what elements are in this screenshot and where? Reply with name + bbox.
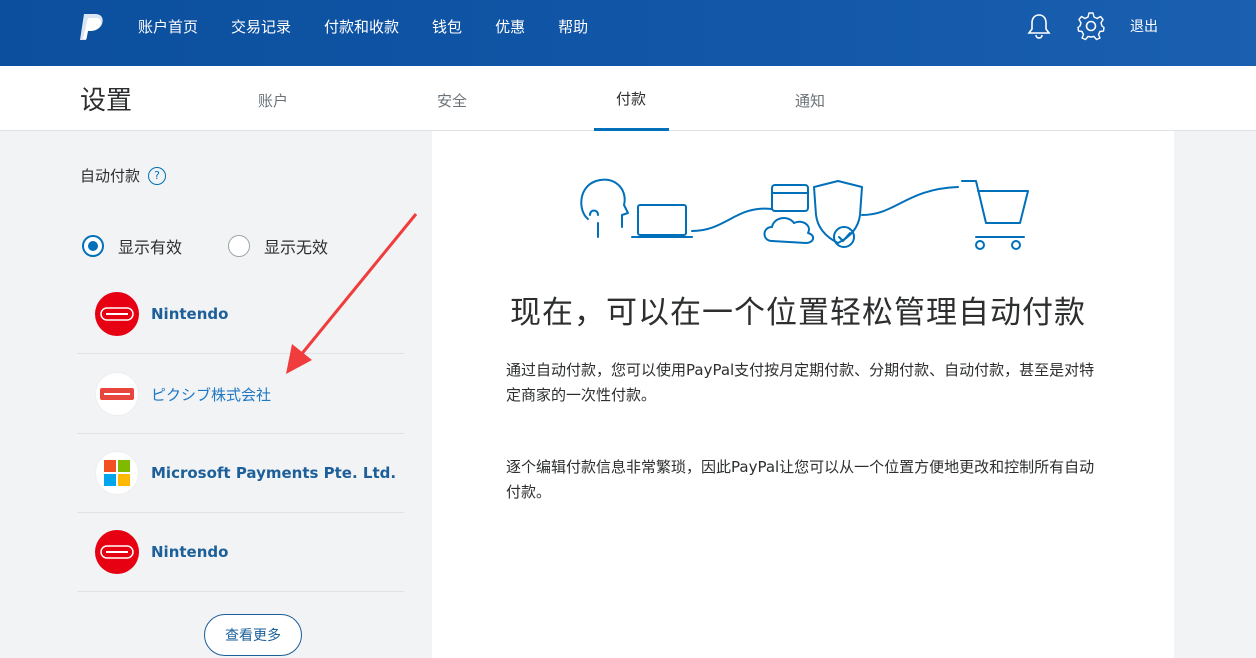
nintendo-logo <box>95 530 139 574</box>
settings-header: 设置 账户 安全 付款 通知 <box>0 66 1256 131</box>
merchant-item[interactable]: Nintendo <box>77 275 404 354</box>
payments-illustration <box>580 178 1029 250</box>
microsoft-logo <box>95 451 139 495</box>
filter-inactive-radio[interactable]: 显示无效 <box>228 234 328 258</box>
merchant-name: Microsoft Payments Pte. Ltd. <box>151 464 397 482</box>
filter-inactive-label: 显示无效 <box>264 238 329 257</box>
notifications-button[interactable] <box>1024 11 1054 41</box>
bell-icon <box>1027 14 1051 39</box>
merchant-item[interactable]: Microsoft Payments Pte. Ltd. <box>77 434 404 513</box>
page-title: 设置 <box>80 86 133 116</box>
automatic-payments-title: 自动付款 <box>80 167 141 185</box>
automatic-payments-heading: 自动付款 ? <box>80 165 167 186</box>
help-icon[interactable]: ? <box>148 166 167 185</box>
top-navigation: 账户首页 交易记录 付款和收款 钱包 优惠 帮助 退出 <box>0 0 1256 66</box>
nav-home[interactable]: 账户首页 <box>138 16 198 37</box>
merchant-item[interactable]: ピクシブ株式会社 <box>77 355 404 434</box>
merchant-name: ピクシブ株式会社 <box>151 385 272 404</box>
tab-payments[interactable]: 付款 <box>616 88 646 109</box>
nav-offers[interactable]: 优惠 <box>495 16 525 37</box>
filter-active-radio[interactable]: 显示有效 <box>82 234 182 258</box>
tab-account[interactable]: 账户 <box>258 90 288 111</box>
nav-activity[interactable]: 交易记录 <box>231 16 291 37</box>
merchant-name: Nintendo <box>151 305 229 323</box>
nav-help[interactable]: 帮助 <box>558 16 588 37</box>
intro-headline: 现在，可以在一个位置轻松管理自动付款 <box>510 295 1086 331</box>
tab-notifications[interactable]: 通知 <box>795 90 825 111</box>
intro-paragraph-2: 逐个编辑付款信息非常繁琐，因此PayPal让您可以从一个位置方便地更改和控制所有… <box>506 458 1095 501</box>
settings-button[interactable] <box>1076 11 1106 41</box>
filter-active-label: 显示有效 <box>118 238 183 257</box>
logout-link[interactable]: 退出 <box>1130 16 1158 36</box>
paypal-logo[interactable] <box>78 12 106 42</box>
primary-nav: 账户首页 交易记录 付款和收款 钱包 优惠 帮助 <box>138 0 621 52</box>
radio-selected-icon[interactable] <box>82 235 104 257</box>
automatic-payments-intro: 现在，可以在一个位置轻松管理自动付款 通过自动付款，您可以使用PayPal支付按… <box>432 131 1174 658</box>
merchant-item[interactable]: Nintendo <box>77 513 404 592</box>
nintendo-logo <box>95 292 139 336</box>
merchant-name: Nintendo <box>151 543 229 561</box>
nav-send-request[interactable]: 付款和收款 <box>324 16 399 37</box>
radio-unselected-icon[interactable] <box>228 235 250 257</box>
booth-logo <box>95 372 139 416</box>
gear-icon <box>1077 12 1105 41</box>
nav-wallet[interactable]: 钱包 <box>432 16 462 37</box>
nav-actions: 退出 <box>1002 0 1158 52</box>
tab-security[interactable]: 安全 <box>437 90 467 111</box>
intro-paragraph-1: 通过自动付款，您可以使用PayPal支付按月定期付款、分期付款、自动付款，甚至是… <box>506 361 1095 404</box>
see-more-button[interactable]: 查看更多 <box>204 614 302 656</box>
